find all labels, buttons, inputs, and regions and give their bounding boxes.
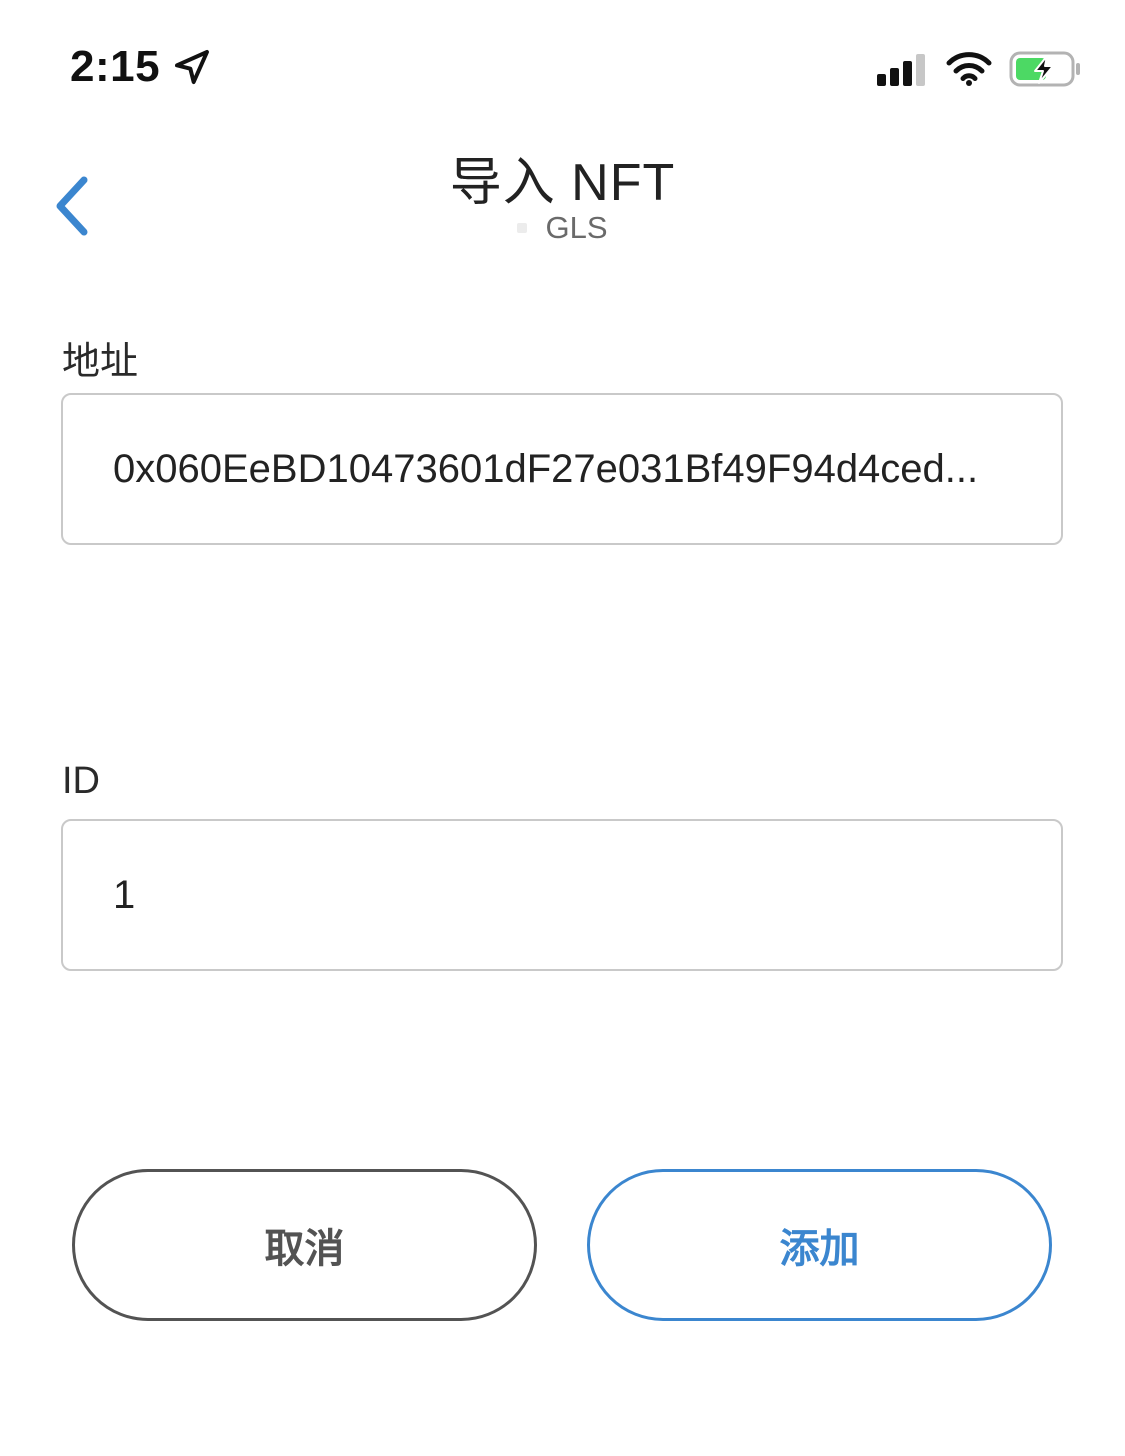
page-title: 导入 NFT: [449, 154, 676, 212]
id-label: ID: [62, 760, 100, 802]
add-button[interactable]: 添加: [587, 1169, 1052, 1321]
id-value: 1: [113, 872, 136, 917]
location-arrow-icon: [175, 50, 210, 84]
address-label: 地址: [62, 341, 139, 383]
battery-charging-icon: [1009, 51, 1080, 87]
address-value: 0x060EeBD10473601dF27e031Bf49F94d4ced...: [113, 446, 979, 491]
add-button-label: 添加: [779, 1227, 860, 1271]
cancel-button-label: 取消: [264, 1227, 345, 1271]
network-dot-icon: [517, 223, 528, 233]
network-name: GLS: [545, 210, 608, 245]
status-time: 2:15: [70, 42, 212, 92]
cancel-button[interactable]: 取消: [72, 1169, 537, 1321]
id-input[interactable]: 1: [61, 819, 1063, 971]
wifi-icon: [946, 52, 992, 86]
status-icons: [877, 50, 1083, 88]
network-indicator: GLS: [0, 210, 1125, 246]
address-input[interactable]: 0x060EeBD10473601dF27e031Bf49F94d4ced...: [61, 393, 1063, 545]
status-time-text: 2:15: [70, 42, 161, 91]
cellular-signal-icon: [877, 54, 925, 86]
